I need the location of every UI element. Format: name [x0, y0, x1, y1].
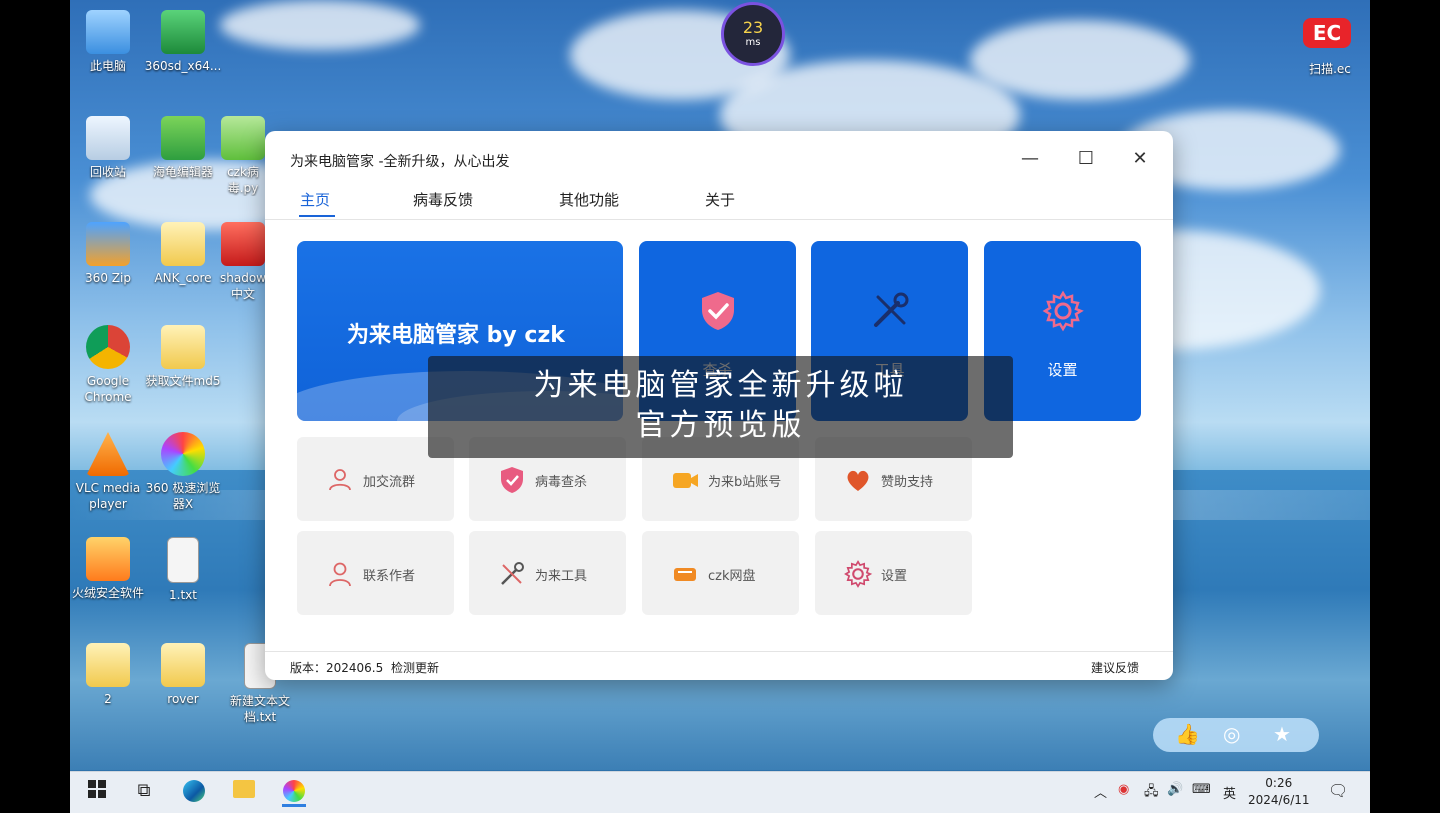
antivirus-icon [161, 10, 205, 54]
security-tray-icon[interactable]: ◉ [1118, 782, 1129, 797]
latency-value: 23 [742, 18, 764, 37]
start-button[interactable] [86, 780, 108, 804]
version-text: 版本：202406.5 [290, 661, 384, 675]
drive-icon [674, 568, 696, 581]
vlc-icon [86, 432, 130, 476]
chrome-icon [86, 325, 130, 369]
tools-icon [501, 562, 524, 585]
close-button[interactable]: ✕ [1125, 145, 1155, 173]
show-hidden-icons-icon[interactable]: ︿ [1094, 782, 1107, 801]
file-explorer-icon[interactable] [232, 780, 256, 804]
desktop-icon-scan-ec-label: 扫描.ec [1309, 62, 1351, 76]
tab-divider [265, 219, 1173, 220]
computer-icon [86, 10, 130, 54]
shield-check-icon [501, 467, 523, 493]
360-browser-icon[interactable] [282, 780, 306, 807]
desktop-icon-360browser[interactable]: 360 极速浏览器X [143, 432, 223, 512]
latency-unit: ms [745, 37, 761, 48]
gear-icon [1042, 290, 1084, 332]
huorong-icon [86, 537, 130, 581]
tile-czk-drive[interactable]: czk网盘 [642, 531, 799, 615]
keyboard-icon[interactable]: ⌨ [1192, 782, 1211, 797]
thumbs-up-icon[interactable]: 👍 [1175, 722, 1200, 746]
text-file-icon [167, 537, 199, 583]
browser-icon [161, 432, 205, 476]
ec-logo-icon[interactable]: EC [1303, 18, 1351, 48]
user-icon [329, 562, 351, 587]
latency-badge: 23 ms [721, 2, 785, 66]
desktop-icon-vlc[interactable]: VLC media player [68, 432, 148, 512]
folder-icon [86, 643, 130, 687]
check-update-link[interactable]: 检测更新 [391, 659, 439, 676]
app-icon [221, 222, 265, 266]
tab-other-features[interactable]: 其他功能 [559, 189, 619, 210]
feedback-link[interactable]: 建议反馈 [1091, 659, 1139, 676]
desktop-icon-turtle-editor[interactable]: 海龟编辑器 [143, 116, 223, 180]
hero-title: 为来电脑管家 by czk [347, 323, 565, 348]
folder-icon [161, 643, 205, 687]
windows-icon [88, 780, 106, 798]
network-icon[interactable]: 🖧 [1144, 782, 1159, 804]
desktop-icon-md5[interactable]: 获取文件md5 [143, 325, 223, 389]
gear-icon [844, 560, 873, 588]
maximize-button[interactable]: ☐ [1071, 145, 1101, 173]
taskbar: ⧉ ︿ ◉ 🖧 🔊 ⌨ 英 0:26 2024/6/11 🗨 [70, 771, 1370, 813]
desktop-icon-folder-2[interactable]: 2 [68, 643, 148, 707]
caption-overlay: 为来电脑管家全新升级啦 官方预览版 [428, 356, 1013, 458]
tab-virus-feedback[interactable]: 病毒反馈 [413, 189, 473, 210]
desktop-icon-1txt[interactable]: 1.txt [143, 537, 223, 603]
star-icon[interactable]: ★ [1273, 722, 1291, 746]
tab-about[interactable]: 关于 [705, 189, 735, 210]
tools-icon [873, 292, 908, 327]
coin-icon[interactable]: ◎ [1223, 722, 1240, 746]
task-view-icon[interactable]: ⧉ [132, 780, 156, 804]
desktop-icon-recycle-bin[interactable]: 回收站 [68, 116, 148, 180]
tile-contact-author[interactable]: 联系作者 [297, 531, 454, 615]
status-bar: 版本：202406.5 检测更新 建议反馈 [265, 651, 1173, 680]
desktop-icon-huorong[interactable]: 火绒安全软件 [68, 537, 148, 601]
folder-icon [161, 325, 205, 369]
desktop-icon-shadow[interactable]: shadow中文 [218, 222, 268, 302]
python-file-icon [221, 116, 265, 160]
floating-action-bar: 👍 ◎ ★ [1153, 718, 1319, 752]
tile-settings-small[interactable]: 设置 [815, 531, 972, 615]
window-title: 为来电脑管家 -全新升级，从心出发 [290, 154, 510, 170]
shield-check-icon [701, 292, 734, 330]
desktop-icon-chrome[interactable]: Google Chrome [68, 325, 148, 405]
tile-weilai-tools[interactable]: 为来工具 [469, 531, 626, 615]
active-tab-indicator [299, 215, 335, 217]
recycle-bin-icon [86, 116, 130, 160]
desktop-icon-360sd[interactable]: 360sd_x64... [143, 10, 223, 74]
video-icon [673, 473, 698, 488]
tab-home[interactable]: 主页 [300, 189, 330, 210]
desktop-icon-this-pc[interactable]: 此电脑 [68, 10, 148, 74]
group-icon [329, 469, 351, 491]
caption-line-1: 为来电脑管家全新升级啦 [533, 368, 908, 403]
volume-icon[interactable]: 🔊 [1167, 782, 1183, 797]
archive-icon [86, 222, 130, 266]
system-clock[interactable]: 0:26 2024/6/11 [1248, 775, 1310, 809]
desktop-icon-czk-py[interactable]: czk病毒.py [218, 116, 268, 196]
minimize-button[interactable]: — [1015, 145, 1045, 173]
clock-time: 0:26 [1265, 776, 1293, 790]
folder-icon [161, 222, 205, 266]
ime-indicator[interactable]: 英 [1223, 783, 1236, 802]
notification-icon[interactable]: 🗨 [1328, 781, 1348, 800]
desktop-icon-rover[interactable]: rover [143, 643, 223, 707]
caption-line-2: 官方预览版 [635, 408, 806, 443]
turtle-editor-icon [161, 116, 205, 160]
desktop-icon-ank-core[interactable]: ANK_core [143, 222, 223, 286]
heart-icon [847, 470, 869, 491]
clock-date: 2024/6/11 [1248, 793, 1310, 807]
desktop-icon-360zip[interactable]: 360 Zip [68, 222, 148, 286]
edge-icon[interactable] [182, 780, 206, 804]
